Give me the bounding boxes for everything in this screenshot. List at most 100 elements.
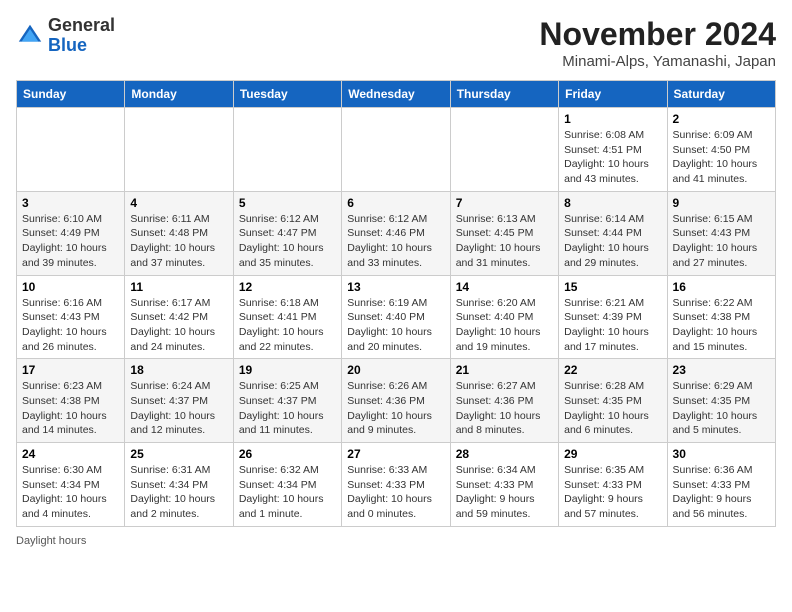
calendar-cell: 10 Sunrise: 6:16 AMSunset: 4:43 PMDayligh… [17, 275, 125, 359]
calendar-cell: 27 Sunrise: 6:33 AMSunset: 4:33 PMDayligh… [342, 443, 450, 527]
day-info: Sunrise: 6:12 AMSunset: 4:46 PMDaylight:… [347, 212, 444, 271]
day-info: Sunrise: 6:21 AMSunset: 4:39 PMDaylight:… [564, 296, 661, 355]
col-header-wednesday: Wednesday [342, 81, 450, 108]
calendar-cell: 19 Sunrise: 6:25 AMSunset: 4:37 PMDayligh… [233, 359, 341, 443]
calendar-week-5: 24 Sunrise: 6:30 AMSunset: 4:34 PMDayligh… [17, 443, 776, 527]
calendar-cell: 18 Sunrise: 6:24 AMSunset: 4:37 PMDayligh… [125, 359, 233, 443]
day-number: 24 [22, 447, 119, 461]
day-number: 22 [564, 363, 661, 377]
col-header-thursday: Thursday [450, 81, 558, 108]
day-number: 16 [673, 280, 770, 294]
day-number: 6 [347, 196, 444, 210]
calendar-cell: 23Sunrise: 6:29 AMSunset: 4:35 PMDayligh… [667, 359, 775, 443]
day-info: Sunrise: 6:27 AMSunset: 4:36 PMDaylight:… [456, 379, 553, 438]
day-number: 23 [673, 363, 770, 377]
day-info: Sunrise: 6:30 AMSunset: 4:34 PMDaylight:… [22, 463, 119, 522]
calendar-cell [233, 108, 341, 192]
day-number: 27 [347, 447, 444, 461]
day-number: 30 [673, 447, 770, 461]
calendar-cell: 29 Sunrise: 6:35 AMSunset: 4:33 PMDayligh… [559, 443, 667, 527]
calendar-cell: 21 Sunrise: 6:27 AMSunset: 4:36 PMDayligh… [450, 359, 558, 443]
day-number: 17 [22, 363, 119, 377]
calendar-cell: 14 Sunrise: 6:20 AMSunset: 4:40 PMDayligh… [450, 275, 558, 359]
title-block: November 2024 Minami-Alps, Yamanashi, Ja… [539, 16, 776, 70]
calendar-cell: 25Sunrise: 6:31 AMSunset: 4:34 PMDayligh… [125, 443, 233, 527]
day-info: Sunrise: 6:34 AMSunset: 4:33 PMDaylight:… [456, 463, 553, 522]
calendar-cell [450, 108, 558, 192]
calendar-cell: 5 Sunrise: 6:12 AMSunset: 4:47 PMDaylight… [233, 191, 341, 275]
day-info: Sunrise: 6:25 AMSunset: 4:37 PMDaylight:… [239, 379, 336, 438]
calendar-cell: 15 Sunrise: 6:21 AMSunset: 4:39 PMDayligh… [559, 275, 667, 359]
day-number: 13 [347, 280, 444, 294]
day-number: 5 [239, 196, 336, 210]
day-info: Sunrise: 6:10 AMSunset: 4:49 PMDaylight:… [22, 212, 119, 271]
calendar-cell [342, 108, 450, 192]
day-info: Sunrise: 6:20 AMSunset: 4:40 PMDaylight:… [456, 296, 553, 355]
day-info: Sunrise: 6:33 AMSunset: 4:33 PMDaylight:… [347, 463, 444, 522]
calendar-week-2: 3 Sunrise: 6:10 AMSunset: 4:49 PMDaylight… [17, 191, 776, 275]
day-info: Sunrise: 6:17 AMSunset: 4:42 PMDaylight:… [130, 296, 227, 355]
calendar-cell: 24 Sunrise: 6:30 AMSunset: 4:34 PMDayligh… [17, 443, 125, 527]
day-number: 10 [22, 280, 119, 294]
day-info: Sunrise: 6:28 AMSunset: 4:35 PMDaylight:… [564, 379, 661, 438]
day-info: Sunrise: 6:26 AMSunset: 4:36 PMDaylight:… [347, 379, 444, 438]
day-info: Sunrise: 6:14 AMSunset: 4:44 PMDaylight:… [564, 212, 661, 271]
calendar-cell: 28Sunrise: 6:34 AMSunset: 4:33 PMDayligh… [450, 443, 558, 527]
logo-icon [16, 22, 44, 50]
day-info: Sunrise: 6:12 AMSunset: 4:47 PMDaylight:… [239, 212, 336, 271]
calendar-table: SundayMondayTuesdayWednesdayThursdayFrid… [16, 80, 776, 527]
day-number: 7 [456, 196, 553, 210]
day-number: 3 [22, 196, 119, 210]
day-info: Sunrise: 6:11 AMSunset: 4:48 PMDaylight:… [130, 212, 227, 271]
day-number: 12 [239, 280, 336, 294]
calendar-header-row: SundayMondayTuesdayWednesdayThursdayFrid… [17, 81, 776, 108]
calendar-cell: 11 Sunrise: 6:17 AMSunset: 4:42 PMDayligh… [125, 275, 233, 359]
calendar-week-4: 17Sunrise: 6:23 AMSunset: 4:38 PMDayligh… [17, 359, 776, 443]
day-info: Sunrise: 6:35 AMSunset: 4:33 PMDaylight:… [564, 463, 661, 522]
col-header-saturday: Saturday [667, 81, 775, 108]
day-info: Sunrise: 6:31 AMSunset: 4:34 PMDaylight:… [130, 463, 227, 522]
day-info: Sunrise: 6:24 AMSunset: 4:37 PMDaylight:… [130, 379, 227, 438]
calendar-cell: 30 Sunrise: 6:36 AMSunset: 4:33 PMDayligh… [667, 443, 775, 527]
calendar-cell: 2Sunrise: 6:09 AMSunset: 4:50 PMDaylight… [667, 108, 775, 192]
day-info: Sunrise: 6:08 AMSunset: 4:51 PMDaylight:… [564, 128, 661, 187]
calendar-cell: 6 Sunrise: 6:12 AMSunset: 4:46 PMDaylight… [342, 191, 450, 275]
logo-text: General Blue [48, 16, 115, 56]
day-number: 26 [239, 447, 336, 461]
col-header-monday: Monday [125, 81, 233, 108]
calendar-week-1: 1 Sunrise: 6:08 AMSunset: 4:51 PMDaylight… [17, 108, 776, 192]
day-number: 29 [564, 447, 661, 461]
day-number: 18 [130, 363, 227, 377]
calendar-cell: 26Sunrise: 6:32 AMSunset: 4:34 PMDayligh… [233, 443, 341, 527]
day-info: Sunrise: 6:19 AMSunset: 4:40 PMDaylight:… [347, 296, 444, 355]
calendar-week-3: 10 Sunrise: 6:16 AMSunset: 4:43 PMDayligh… [17, 275, 776, 359]
day-number: 21 [456, 363, 553, 377]
day-info: Sunrise: 6:13 AMSunset: 4:45 PMDaylight:… [456, 212, 553, 271]
day-number: 2 [673, 112, 770, 126]
day-number: 9 [673, 196, 770, 210]
calendar-cell: 16 Sunrise: 6:22 AMSunset: 4:38 PMDayligh… [667, 275, 775, 359]
calendar-cell [17, 108, 125, 192]
calendar-cell: 1 Sunrise: 6:08 AMSunset: 4:51 PMDaylight… [559, 108, 667, 192]
day-number: 14 [456, 280, 553, 294]
calendar-cell: 9 Sunrise: 6:15 AMSunset: 4:43 PMDaylight… [667, 191, 775, 275]
day-number: 19 [239, 363, 336, 377]
day-info: Sunrise: 6:15 AMSunset: 4:43 PMDaylight:… [673, 212, 770, 271]
day-info: Sunrise: 6:16 AMSunset: 4:43 PMDaylight:… [22, 296, 119, 355]
calendar-cell: 4Sunrise: 6:11 AMSunset: 4:48 PMDaylight… [125, 191, 233, 275]
page-title: November 2024 [539, 16, 776, 53]
day-info: Sunrise: 6:22 AMSunset: 4:38 PMDaylight:… [673, 296, 770, 355]
calendar-cell [125, 108, 233, 192]
page-header: General Blue November 2024 Minami-Alps, … [16, 16, 776, 70]
day-info: Sunrise: 6:18 AMSunset: 4:41 PMDaylight:… [239, 296, 336, 355]
day-number: 15 [564, 280, 661, 294]
day-number: 1 [564, 112, 661, 126]
page-subtitle: Minami-Alps, Yamanashi, Japan [539, 53, 776, 70]
day-info: Sunrise: 6:36 AMSunset: 4:33 PMDaylight:… [673, 463, 770, 522]
calendar-cell: 20 Sunrise: 6:26 AMSunset: 4:36 PMDayligh… [342, 359, 450, 443]
footer: Daylight hours [16, 535, 776, 547]
day-number: 20 [347, 363, 444, 377]
calendar-cell: 3 Sunrise: 6:10 AMSunset: 4:49 PMDaylight… [17, 191, 125, 275]
day-number: 11 [130, 280, 227, 294]
calendar-cell: 17Sunrise: 6:23 AMSunset: 4:38 PMDayligh… [17, 359, 125, 443]
